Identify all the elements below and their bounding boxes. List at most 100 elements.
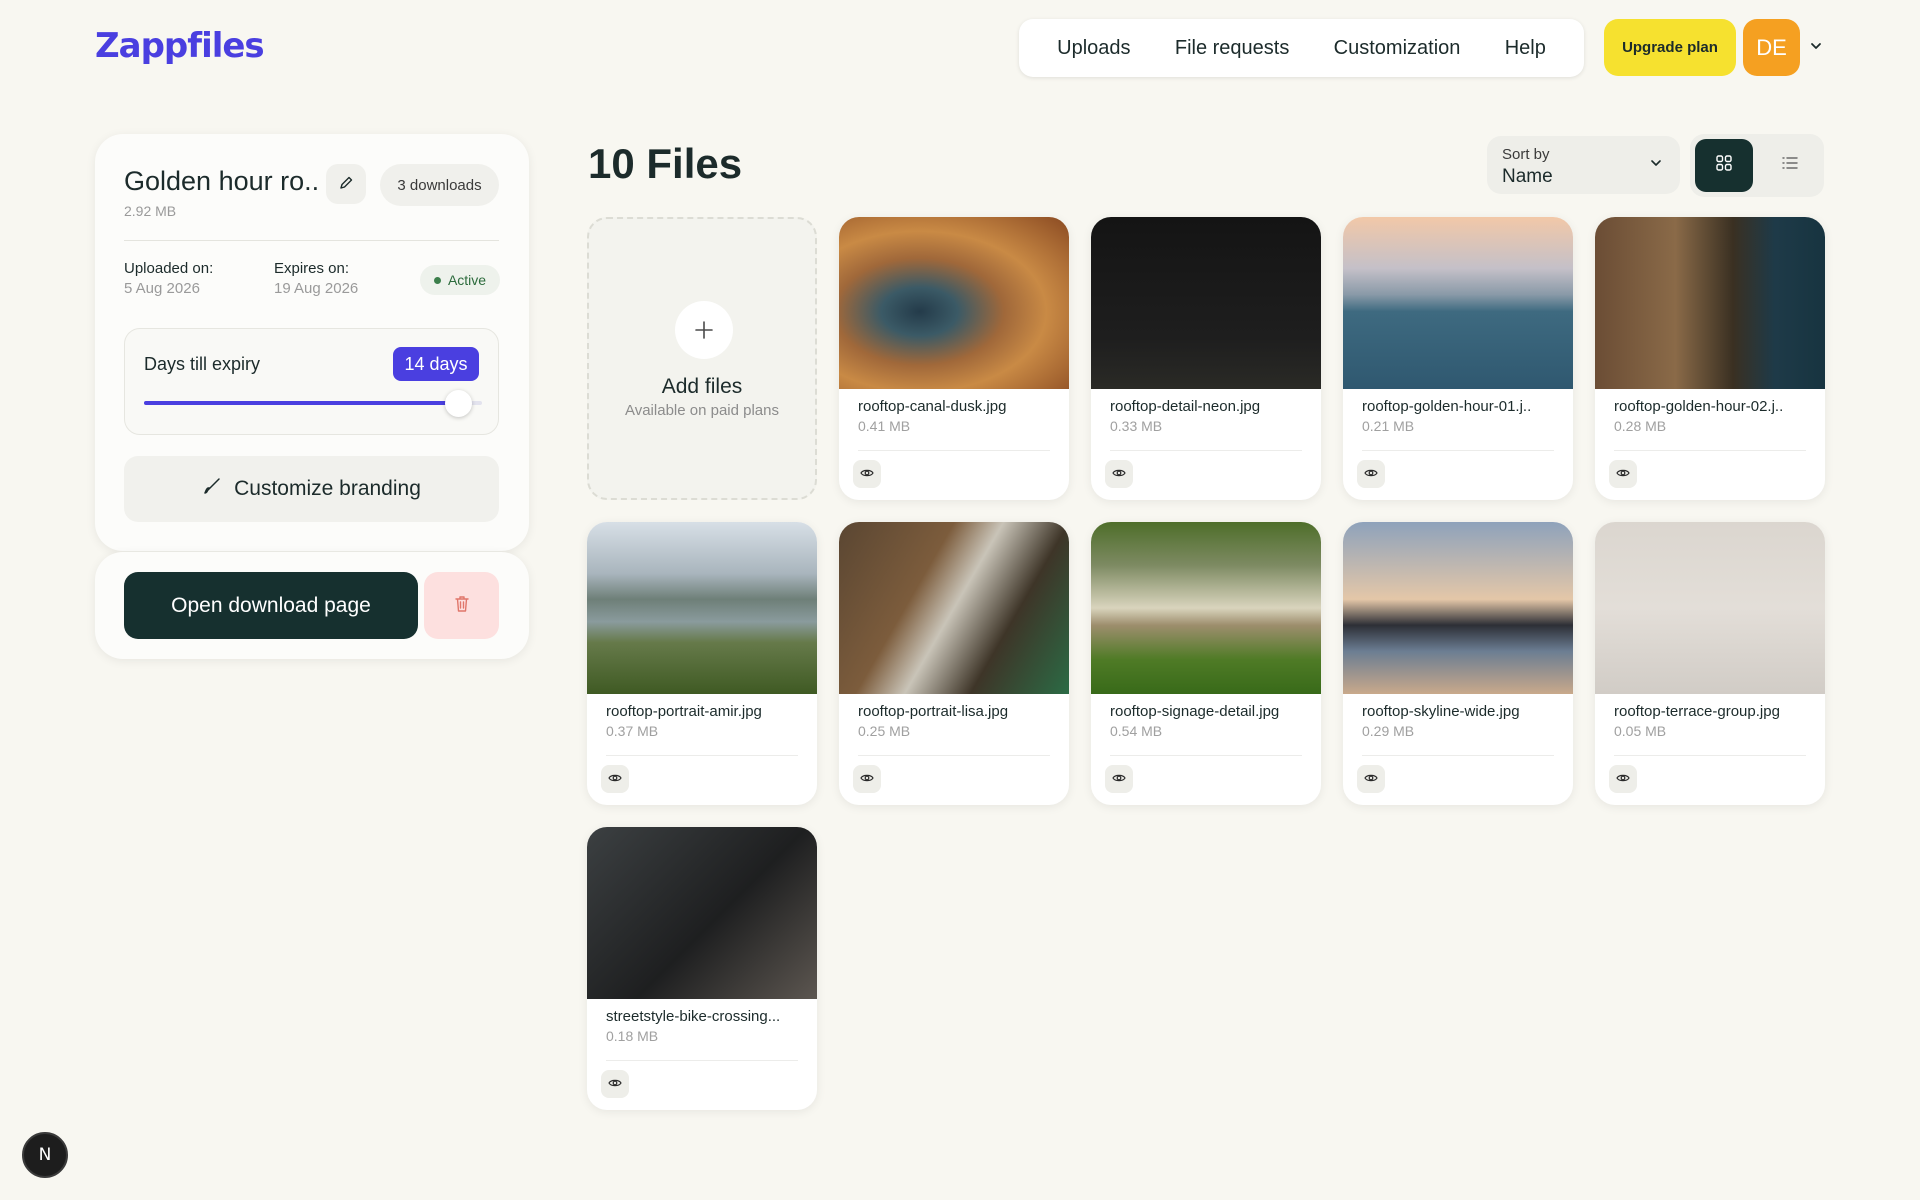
grid-view-button[interactable]: [1695, 139, 1753, 192]
plus-icon: [675, 301, 733, 359]
file-card[interactable]: rooftop-terrace-group.jpg 0.05 MB: [1595, 522, 1825, 805]
file-name: rooftop-canal-dusk.jpg: [858, 398, 1007, 415]
file-card[interactable]: rooftop-signage-detail.jpg 0.54 MB: [1091, 522, 1321, 805]
preview-button[interactable]: [601, 765, 629, 793]
transfer-size: 2.92 MB: [124, 203, 177, 219]
avatar[interactable]: DE: [1743, 19, 1800, 76]
divider: [1110, 755, 1302, 756]
status-label: Active: [447, 272, 487, 288]
file-size: 0.41 MB: [858, 418, 911, 434]
file-thumbnail[interactable]: [587, 827, 817, 999]
preview-button[interactable]: [1105, 460, 1133, 488]
divider: [1614, 450, 1806, 451]
sort-by-value: Name: [1502, 166, 1553, 187]
pencil-icon: [338, 175, 354, 194]
view-toggle: [1690, 134, 1824, 197]
preview-button[interactable]: [853, 460, 881, 488]
uploaded-date: 5 Aug 2026: [124, 280, 200, 297]
file-name: rooftop-signage-detail.jpg: [1110, 703, 1280, 720]
file-thumbnail[interactable]: [587, 522, 817, 694]
file-card[interactable]: rooftop-golden-hour-01.j.. 0.21 MB: [1343, 217, 1573, 500]
eye-icon: [860, 770, 874, 788]
list-view-button[interactable]: [1761, 139, 1819, 192]
file-name: rooftop-skyline-wide.jpg: [1362, 703, 1520, 720]
divider: [124, 240, 499, 241]
expires-label: Expires on:: [274, 260, 350, 277]
file-name: rooftop-golden-hour-02.j..: [1614, 398, 1784, 415]
brand-logo[interactable]: Zappfiles: [95, 26, 265, 66]
expiry-slider-track[interactable]: [144, 401, 482, 405]
trash-icon: [454, 595, 470, 616]
file-card[interactable]: rooftop-detail-neon.jpg 0.33 MB: [1091, 217, 1321, 500]
customize-branding-label: Customize branding: [234, 477, 421, 500]
file-name: rooftop-detail-neon.jpg: [1110, 398, 1261, 415]
file-thumbnail[interactable]: [1595, 217, 1825, 389]
file-thumbnail[interactable]: [839, 522, 1069, 694]
nav-customization[interactable]: Customization: [1334, 37, 1461, 60]
add-files-card[interactable]: Add files Available on paid plans: [587, 217, 817, 500]
nextjs-dev-badge[interactable]: N: [22, 1132, 68, 1178]
eye-icon: [1112, 770, 1126, 788]
file-thumbnail[interactable]: [1343, 217, 1573, 389]
eye-icon: [1112, 465, 1126, 483]
preview-button[interactable]: [1357, 460, 1385, 488]
file-name: rooftop-golden-hour-01.j..: [1362, 398, 1532, 415]
preview-button[interactable]: [1609, 765, 1637, 793]
file-card[interactable]: streetstyle-bike-crossing... 0.18 MB: [587, 827, 817, 1110]
files-title: 10 Files: [588, 140, 743, 187]
divider: [1362, 450, 1554, 451]
open-download-page-button[interactable]: Open download page: [124, 572, 418, 639]
edit-title-button[interactable]: [326, 164, 366, 204]
file-thumbnail[interactable]: [1091, 217, 1321, 389]
expires-date: 19 Aug 2026: [274, 280, 359, 297]
file-card[interactable]: rooftop-golden-hour-02.j.. 0.28 MB: [1595, 217, 1825, 500]
transfer-info-card: Golden hour ro.. 2.92 MB 3 downloads Upl…: [95, 134, 529, 551]
delete-button[interactable]: [424, 572, 499, 639]
eye-icon: [608, 1075, 622, 1093]
nav-uploads[interactable]: Uploads: [1057, 37, 1130, 60]
preview-button[interactable]: [601, 1070, 629, 1098]
chevron-down-icon[interactable]: [1806, 36, 1826, 56]
file-thumbnail[interactable]: [1091, 522, 1321, 694]
preview-button[interactable]: [1357, 765, 1385, 793]
file-name: streetstyle-bike-crossing...: [606, 1008, 781, 1025]
expiry-label: Days till expiry: [144, 354, 261, 374]
file-grid: Add files Available on paid plans roofto…: [587, 217, 1825, 1110]
divider: [606, 755, 798, 756]
file-size: 0.05 MB: [1614, 723, 1667, 739]
divider: [858, 450, 1050, 451]
expiry-slider-fill: [144, 401, 459, 405]
expiry-slider-handle[interactable]: [445, 390, 473, 417]
list-icon: [1781, 154, 1799, 177]
file-card[interactable]: rooftop-portrait-lisa.jpg 0.25 MB: [839, 522, 1069, 805]
customize-branding-button[interactable]: Customize branding: [124, 456, 499, 522]
eye-icon: [1364, 770, 1378, 788]
upgrade-plan-button[interactable]: Upgrade plan: [1604, 19, 1736, 76]
file-card[interactable]: rooftop-skyline-wide.jpg 0.29 MB: [1343, 522, 1573, 805]
eye-icon: [1616, 770, 1630, 788]
file-card[interactable]: rooftop-canal-dusk.jpg 0.41 MB: [839, 217, 1069, 500]
status-badge: Active: [420, 265, 500, 295]
file-card[interactable]: rooftop-portrait-amir.jpg 0.37 MB: [587, 522, 817, 805]
file-size: 0.18 MB: [606, 1028, 659, 1044]
file-size: 0.21 MB: [1362, 418, 1415, 434]
file-name: rooftop-terrace-group.jpg: [1614, 703, 1780, 720]
file-size: 0.37 MB: [606, 723, 659, 739]
main-nav: Uploads File requests Customization Help: [1019, 19, 1584, 77]
add-files-title: Add files: [661, 375, 743, 398]
preview-button[interactable]: [1609, 460, 1637, 488]
divider: [1614, 755, 1806, 756]
downloads-count-badge: 3 downloads: [380, 164, 499, 206]
divider: [1110, 450, 1302, 451]
preview-button[interactable]: [853, 765, 881, 793]
nav-help[interactable]: Help: [1505, 37, 1546, 60]
file-size: 0.54 MB: [1110, 723, 1163, 739]
sort-by-select[interactable]: Sort by Name: [1487, 136, 1680, 194]
preview-button[interactable]: [1105, 765, 1133, 793]
add-files-subtitle: Available on paid plans: [624, 402, 779, 419]
file-thumbnail[interactable]: [1595, 522, 1825, 694]
brush-icon: [202, 476, 222, 502]
file-thumbnail[interactable]: [839, 217, 1069, 389]
nav-file-requests[interactable]: File requests: [1175, 37, 1290, 60]
file-thumbnail[interactable]: [1343, 522, 1573, 694]
